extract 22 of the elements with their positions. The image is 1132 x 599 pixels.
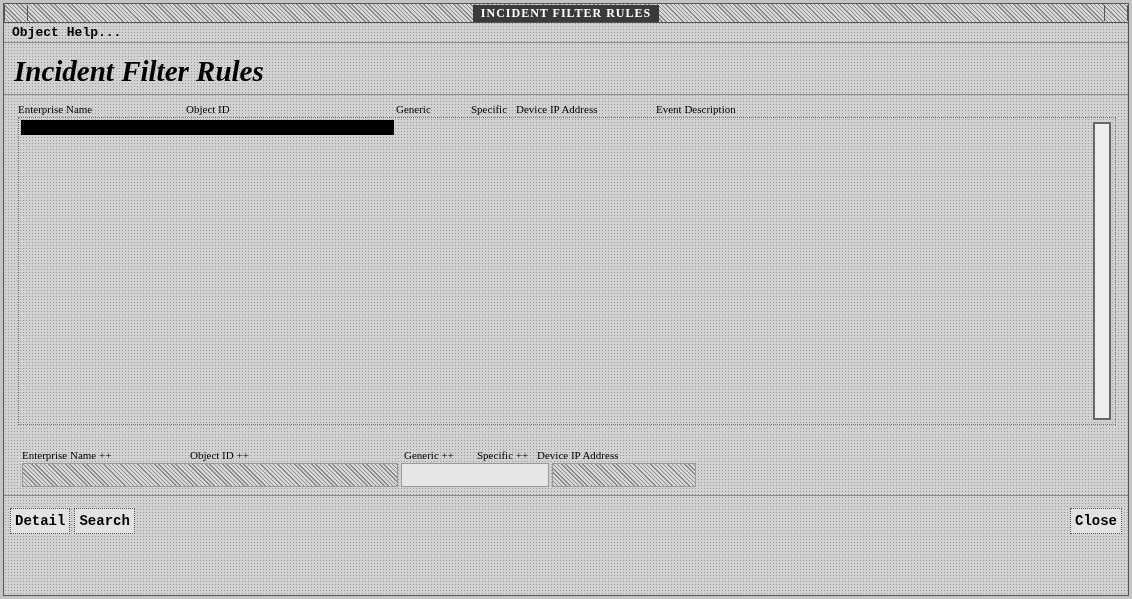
window-menu-button[interactable] [4,5,28,21]
column-header: Event Description [656,103,737,115]
field-label: Specific ++ [477,449,530,461]
field-label: Enterprise Name ++ [22,449,113,461]
menu-item[interactable]: Object [12,25,59,40]
field-label: Device IP Address [537,449,620,461]
close-button[interactable]: Close [1070,508,1122,534]
page-heading: Incident Filter Rules [4,43,1128,95]
column-header: Specific [471,103,509,115]
scrollbar[interactable] [1093,122,1111,420]
action-button[interactable]: Detail [10,508,71,534]
column-header: Enterprise Name [18,103,94,115]
column-header: Object ID [186,103,231,115]
window-title: INCIDENT FILTER RULES [472,4,660,22]
field-label: Object ID ++ [190,449,250,461]
action-button[interactable]: Search [74,508,135,534]
field-label: Generic ++ [404,449,455,461]
menu-item[interactable]: Help... [66,25,122,40]
maximize-button[interactable] [1104,5,1128,21]
column-header: Generic [396,103,432,115]
input-field[interactable] [401,463,549,487]
column-header: Device IP Address [516,103,599,115]
